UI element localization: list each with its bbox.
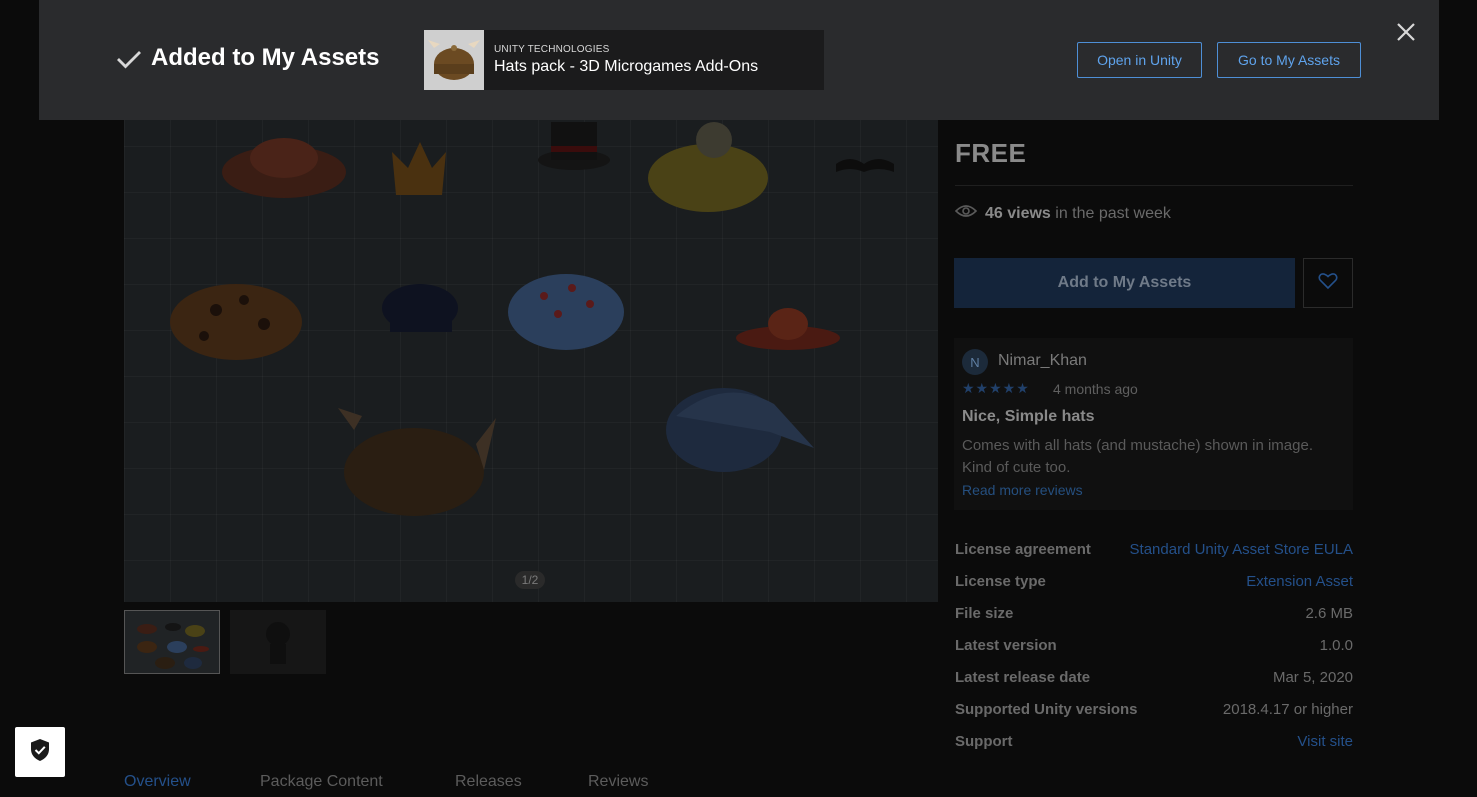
- asset-name: Hats pack - 3D Microgames Add-Ons: [494, 58, 759, 75]
- added-to-assets-banner: Added to My Assets UNITY TECHNOLOGIES Ha…: [39, 0, 1439, 120]
- info-label: Supported Unity versions: [955, 701, 1138, 718]
- tab-package-content[interactable]: Package Content: [260, 773, 383, 791]
- thumbnail-image: [266, 622, 290, 664]
- tab-releases[interactable]: Releases: [455, 773, 522, 791]
- license-agreement-link[interactable]: Standard Unity Asset Store EULA: [1130, 541, 1353, 563]
- added-asset-card: UNITY TECHNOLOGIES Hats pack - 3D Microg…: [424, 30, 824, 90]
- info-row-latest-version: Latest version 1.0.0: [955, 637, 1353, 659]
- info-label: Latest version: [955, 637, 1057, 654]
- views-suffix: in the past week: [1055, 204, 1171, 222]
- info-value: 1.0.0: [1319, 637, 1353, 654]
- thumbnail-image: [137, 623, 209, 669]
- open-in-unity-button[interactable]: Open in Unity: [1077, 42, 1202, 78]
- review-body: Comes with all hats (and mustache) shown…: [962, 437, 1313, 476]
- review-card: N Nimar_Khan ★★★★★ 4 months ago Nice, Si…: [954, 338, 1353, 510]
- license-type-link[interactable]: Extension Asset: [1246, 573, 1353, 595]
- review-title: Nice, Simple hats: [962, 408, 1095, 425]
- info-row-release-date: Latest release date Mar 5, 2020: [955, 669, 1353, 691]
- tab-overview[interactable]: Overview: [124, 773, 191, 791]
- review-date: 4 months ago: [1053, 381, 1138, 397]
- close-icon: [1395, 23, 1417, 47]
- shield-check-icon: [30, 738, 50, 767]
- privacy-settings-button[interactable]: [15, 727, 65, 777]
- star-rating: ★★★★★: [962, 380, 1030, 396]
- viking-helmet-icon: [424, 30, 484, 90]
- info-label: Latest release date: [955, 669, 1091, 686]
- favorite-button[interactable]: [1303, 258, 1353, 308]
- gallery-main-image[interactable]: 1/2: [124, 100, 938, 602]
- info-label: Support: [955, 733, 1013, 750]
- tab-reviews[interactable]: Reviews: [588, 773, 648, 791]
- views-summary: 46 views in the past week: [954, 204, 1171, 223]
- info-row-support: Support Visit site: [955, 733, 1353, 755]
- eye-icon: [954, 204, 978, 223]
- info-row-license-agreement: License agreement Standard Unity Asset S…: [955, 541, 1353, 563]
- close-button[interactable]: [1395, 21, 1417, 43]
- banner-title: Added to My Assets: [151, 44, 380, 71]
- add-to-my-assets-button[interactable]: Add to My Assets: [954, 258, 1295, 308]
- visit-site-link[interactable]: Visit site: [1297, 733, 1353, 755]
- info-label: License type: [955, 573, 1046, 590]
- info-row-unity-versions: Supported Unity versions 2018.4.17 or hi…: [955, 701, 1353, 723]
- info-row-file-size: File size 2.6 MB: [955, 605, 1353, 627]
- asset-text: UNITY TECHNOLOGIES Hats pack - 3D Microg…: [484, 30, 768, 90]
- views-count: 46 views: [985, 204, 1051, 222]
- checkmark-icon: [116, 49, 142, 74]
- go-to-my-assets-button[interactable]: Go to My Assets: [1217, 42, 1361, 78]
- reviewer-name[interactable]: Nimar_Khan: [998, 352, 1087, 370]
- avatar: N: [962, 349, 988, 375]
- gallery-thumbnail-2[interactable]: [230, 610, 326, 674]
- asset-thumbnail: [424, 30, 484, 90]
- gallery-thumbnail-1[interactable]: [124, 610, 220, 674]
- info-value: 2.6 MB: [1305, 605, 1353, 622]
- info-label: File size: [955, 605, 1014, 622]
- heart-icon: [1318, 272, 1338, 295]
- info-label: License agreement: [955, 541, 1091, 558]
- hats-illustration: [170, 122, 894, 516]
- info-value: Mar 5, 2020: [1272, 669, 1353, 686]
- read-more-reviews-link[interactable]: Read more reviews: [962, 482, 1083, 498]
- info-row-license-type: License type Extension Asset: [955, 573, 1353, 595]
- asset-publisher: UNITY TECHNOLOGIES: [494, 44, 610, 55]
- divider: [955, 185, 1353, 186]
- info-value: 2018.4.17 or higher: [1222, 701, 1353, 718]
- price-label: FREE: [955, 138, 1027, 168]
- gallery-counter: 1/2: [515, 571, 545, 589]
